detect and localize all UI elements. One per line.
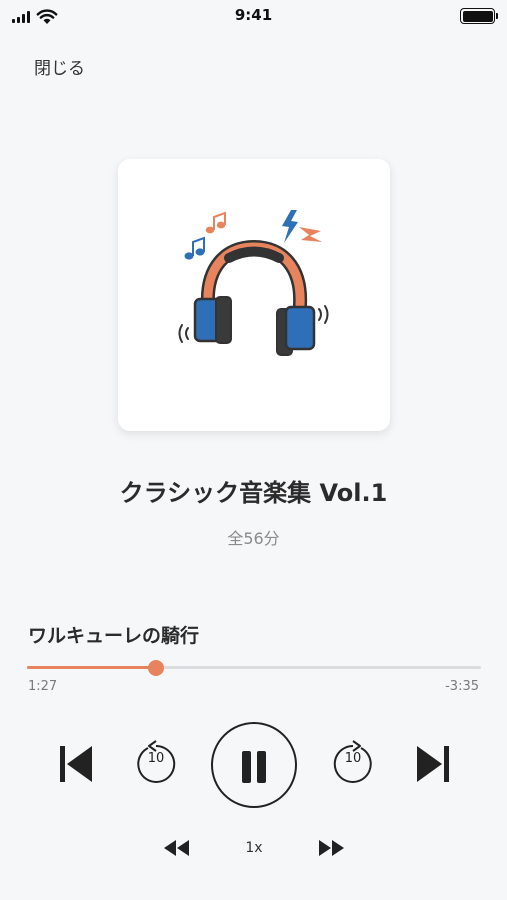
elapsed-time: 1:27 <box>28 679 58 694</box>
skip-next-icon <box>417 746 449 782</box>
rewind-seconds-label: 10 <box>147 751 165 766</box>
lightning-icon <box>282 210 298 243</box>
album-title: クラシック音楽集 Vol.1 <box>119 479 388 507</box>
pause-button[interactable] <box>211 722 297 808</box>
forward-10-button[interactable]: 10 <box>331 739 375 787</box>
album-duration: 全56分 <box>227 529 280 548</box>
skip-previous-icon <box>60 746 92 782</box>
pause-icon <box>257 751 266 783</box>
album-artwork <box>118 159 390 431</box>
slower-button[interactable] <box>163 839 190 857</box>
playback-progress-slider[interactable] <box>27 660 481 676</box>
rewind-10-button[interactable]: 10 <box>134 739 178 787</box>
headphones-illustration <box>178 210 329 356</box>
status-bar: 9:41 <box>0 0 507 34</box>
music-note-icon <box>184 236 205 260</box>
playback-speed-button[interactable]: 1x <box>240 840 268 856</box>
pause-icon <box>242 751 251 783</box>
rewind-icon <box>164 840 189 856</box>
music-note-icon <box>205 211 226 234</box>
fast-forward-icon <box>319 840 344 856</box>
battery-icon <box>460 8 498 24</box>
close-button[interactable]: 閉じる <box>34 54 85 79</box>
track-title: ワルキューレの騎行 <box>28 625 200 647</box>
progress-thumb[interactable] <box>148 660 165 676</box>
progress-fill <box>27 666 157 669</box>
status-time: 9:41 <box>234 6 273 24</box>
remaining-time: -3:35 <box>445 679 479 694</box>
lightning-icon <box>299 227 322 242</box>
next-track-button[interactable] <box>415 744 451 784</box>
forward-seconds-label: 10 <box>344 751 362 766</box>
previous-track-button[interactable] <box>58 744 94 784</box>
faster-button[interactable] <box>318 839 345 857</box>
